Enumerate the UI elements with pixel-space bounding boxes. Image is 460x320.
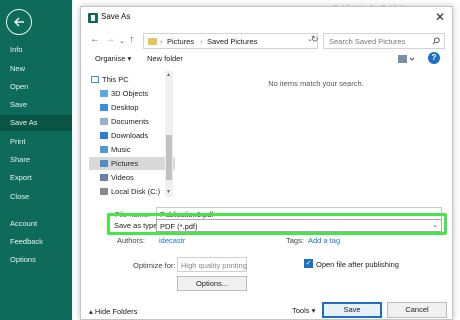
optimize-option[interactable]: High quality printing (177, 257, 247, 272)
nav-print[interactable]: Print (0, 134, 72, 150)
save-as-type-label: Save as type: (114, 221, 160, 230)
tree-label: Documents (111, 117, 149, 126)
back-nav-icon[interactable]: ← (90, 34, 100, 46)
navigation-pane: This PC 3D Objects Desktop Documents Dow… (89, 71, 175, 197)
authors-value[interactable]: idecastr (159, 236, 185, 245)
videos-icon (100, 174, 108, 181)
recent-locations-chevron-icon[interactable]: ⌄ (119, 36, 125, 48)
cancel-button[interactable]: Cancel (387, 302, 447, 318)
save-as-type-select[interactable]: PDF (*.pdf) ⌄ (156, 219, 442, 232)
authors-label: Authors: (117, 236, 145, 245)
tree-item-music[interactable]: Music (89, 143, 175, 156)
nav-save-as[interactable]: Save As (0, 115, 72, 131)
folder-icon (148, 38, 157, 45)
scroll-down-icon[interactable]: ▼ (166, 189, 171, 195)
tree-label: This PC (102, 75, 129, 84)
optimize-label: Optimize for: (133, 261, 176, 270)
back-button[interactable] (6, 9, 32, 35)
tree-item-pictures[interactable]: Pictures (89, 157, 175, 170)
search-input[interactable]: Search Saved Pictures (323, 33, 445, 49)
nav-options[interactable]: Options (0, 252, 72, 268)
tree-item-documents[interactable]: Documents (89, 115, 175, 128)
backstage-sidebar: Info New Open Save Save As Print Share E… (0, 0, 72, 320)
open-after-publishing-checkbox[interactable]: ✓ (304, 259, 313, 268)
view-options-icon[interactable] (397, 53, 415, 65)
tree-label: Desktop (111, 103, 139, 112)
computer-icon (91, 76, 99, 83)
tree-item-desktop[interactable]: Desktop (89, 101, 175, 114)
nav-account[interactable]: Account (0, 216, 72, 232)
tree-item-videos[interactable]: Videos (89, 171, 175, 184)
add-tag-link[interactable]: Add a tag (308, 236, 340, 245)
options-button[interactable]: Options... (177, 276, 247, 291)
back-arrow-icon (13, 17, 24, 27)
nav-close[interactable]: Close (0, 189, 72, 205)
optimize-value: High quality printing (181, 261, 247, 270)
tree-label: Pictures (111, 159, 139, 168)
desktop-icon (100, 104, 108, 111)
save-as-type-value: PDF (*.pdf) (160, 222, 198, 231)
save-as-type-chevron-icon[interactable]: ⌄ (432, 221, 438, 229)
save-as-dialog: Save As ✕ ← → ⌄ ↑ › Pictures › Saved Pic… (80, 6, 453, 320)
nav-open[interactable]: Open (0, 79, 72, 95)
tags-label: Tags: (286, 236, 304, 245)
address-bar[interactable]: › Pictures › Saved Pictures ⌄ (143, 33, 318, 49)
nav-feedback[interactable]: Feedback (0, 234, 72, 250)
forward-nav-icon[interactable]: → (105, 34, 115, 46)
tree-label: Videos (111, 173, 134, 182)
search-placeholder: Search Saved Pictures (329, 37, 406, 46)
music-icon (100, 146, 108, 153)
tree-item-downloads[interactable]: Downloads (89, 129, 175, 142)
help-icon[interactable]: ? (428, 52, 440, 64)
download-icon (100, 132, 108, 139)
cube-icon (100, 90, 108, 97)
tree-item-3d-objects[interactable]: 3D Objects (89, 87, 175, 100)
nav-new[interactable]: New (0, 61, 72, 77)
tree-item-this-pc[interactable]: This PC (89, 73, 175, 86)
nav-share[interactable]: Share (0, 152, 72, 168)
save-button[interactable]: Save (322, 302, 382, 318)
pictures-icon (100, 160, 108, 167)
disk-icon (100, 188, 108, 195)
empty-results-message: No items match your search. (268, 79, 364, 88)
crumb-separator-icon: › (160, 37, 163, 46)
breadcrumb-pictures[interactable]: Pictures (167, 37, 194, 46)
nav-export[interactable]: Export (0, 170, 72, 186)
tree-item-local-disk[interactable]: Local Disk (C:) (89, 185, 175, 197)
organise-button[interactable]: Organise ▾ (95, 54, 131, 63)
scroll-up-icon[interactable]: ▲ (166, 72, 171, 78)
tree-label: Local Disk (C:) (111, 187, 161, 196)
hide-folders-button[interactable]: ▴ Hide Folders (89, 307, 137, 316)
search-icon (432, 37, 440, 45)
scrollbar-thumb[interactable] (166, 135, 172, 180)
breadcrumb-saved-pictures[interactable]: Saved Pictures (207, 37, 257, 46)
crumb-separator-icon: › (200, 37, 203, 46)
dialog-title: Save As (101, 12, 131, 21)
tools-button[interactable]: Tools ▾ (292, 306, 315, 315)
navigation-scrollbar[interactable]: ▲ ▼ (165, 71, 173, 197)
tree-label: Downloads (111, 131, 149, 140)
up-folder-icon[interactable]: ↑ (129, 34, 134, 46)
refresh-icon[interactable]: ↻ (311, 34, 319, 45)
tree-label: 3D Objects (111, 89, 149, 98)
documents-icon (100, 118, 108, 125)
tree-label: Music (111, 145, 131, 154)
new-folder-button[interactable]: New folder (147, 54, 183, 63)
open-after-publishing-label[interactable]: Open file after publishing (316, 260, 399, 269)
hide-folders-label: Hide Folders (94, 307, 138, 316)
dialog-titlebar[interactable]: Save As ✕ (81, 7, 452, 29)
nav-save[interactable]: Save (0, 97, 72, 113)
publisher-app-icon (88, 13, 98, 23)
nav-info[interactable]: Info (0, 42, 72, 58)
close-button[interactable]: ✕ (435, 10, 445, 24)
